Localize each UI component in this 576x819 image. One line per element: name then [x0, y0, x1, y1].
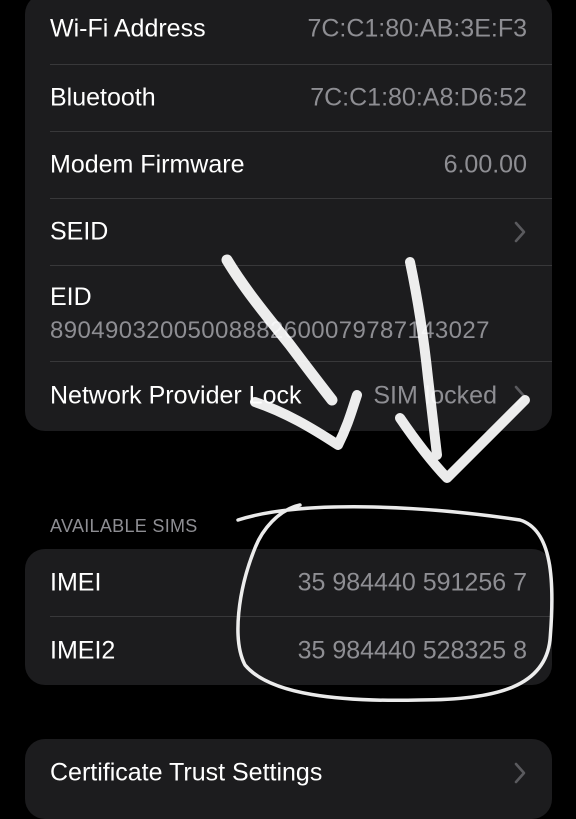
device-info-group: Wi-Fi Address 7C:C1:80:AB:3E:F3 Bluetoot… — [25, 0, 552, 431]
certificate-trust-settings-label: Certificate Trust Settings — [50, 758, 323, 787]
row-eid: EID 89049032005008882600079787143027 — [25, 265, 552, 361]
trust-group: Certificate Trust Settings — [25, 739, 552, 819]
chevron-right-icon — [514, 385, 526, 407]
row-modem-firmware: Modem Firmware 6.00.00 — [25, 131, 552, 198]
chevron-right-icon — [514, 762, 526, 784]
row-seid[interactable]: SEID — [25, 198, 552, 265]
wifi-address-value: 7C:C1:80:AB:3E:F3 — [307, 14, 527, 43]
chevron-right-icon — [514, 221, 526, 242]
imei2-label: IMEI2 — [50, 636, 116, 664]
row-imei: IMEI 35 984440 591256 7 — [25, 549, 552, 616]
imei-value: 35 984440 591256 7 — [297, 568, 527, 596]
bluetooth-label: Bluetooth — [50, 83, 156, 111]
row-network-provider-lock[interactable]: Network Provider Lock SIM locked — [25, 361, 552, 431]
eid-value: 89049032005008882600079787143027 — [50, 317, 490, 344]
bluetooth-value: 7C:C1:80:A8:D6:52 — [310, 83, 527, 111]
network-provider-lock-value: SIM locked — [373, 381, 497, 410]
imei2-value: 35 984440 528325 8 — [297, 636, 527, 664]
row-bluetooth: Bluetooth 7C:C1:80:A8:D6:52 — [25, 64, 552, 131]
row-wifi-address: Wi-Fi Address 7C:C1:80:AB:3E:F3 — [25, 0, 552, 64]
seid-label: SEID — [50, 217, 109, 245]
available-sims-header: AVAILABLE SIMS — [50, 516, 198, 536]
wifi-address-label: Wi-Fi Address — [50, 14, 206, 43]
eid-label: EID — [50, 283, 92, 311]
modem-firmware-label: Modem Firmware — [50, 150, 245, 178]
network-provider-lock-label: Network Provider Lock — [50, 381, 302, 410]
modem-firmware-value: 6.00.00 — [443, 150, 527, 178]
imei-label: IMEI — [50, 568, 102, 596]
row-imei2: IMEI2 35 984440 528325 8 — [25, 616, 552, 685]
available-sims-group: IMEI 35 984440 591256 7 IMEI2 35 984440 … — [25, 549, 552, 685]
row-certificate-trust-settings[interactable]: Certificate Trust Settings — [25, 739, 552, 807]
